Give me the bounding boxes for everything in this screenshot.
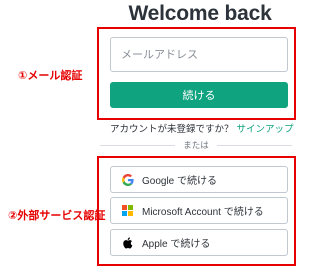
page-title: Welcome back — [128, 2, 272, 25]
signup-prompt-text: アカウントが未登録ですか？ — [110, 124, 234, 135]
apple-icon — [121, 236, 134, 249]
google-button-label: Google で続ける — [142, 176, 218, 187]
microsoft-icon — [121, 204, 134, 217]
continue-button[interactable]: 続ける — [110, 82, 288, 108]
divider-label: または — [183, 140, 209, 150]
divider-line-right — [216, 144, 293, 146]
or-divider: または — [100, 139, 293, 151]
login-page: Welcome back ①メール認証 続ける アカウントが未登録ですか？サイン… — [0, 0, 300, 267]
email-auth-annotation: ①メール認証 — [18, 70, 83, 82]
email-input[interactable] — [110, 37, 288, 72]
google-icon — [121, 173, 134, 186]
google-continue-button[interactable]: Google で続ける — [110, 166, 288, 193]
apple-button-label: Apple で続ける — [142, 239, 211, 250]
signup-prompt: アカウントが未登録ですか？ サインアップ — [110, 121, 294, 135]
microsoft-continue-button[interactable]: Microsoft Account で続ける — [110, 197, 288, 224]
external-auth-annotation: ②外部サービス認証 — [8, 210, 106, 222]
apple-continue-button[interactable]: Apple で続ける — [110, 229, 288, 256]
signup-link[interactable]: サインアップ — [237, 124, 294, 135]
divider-line-left — [100, 144, 176, 146]
microsoft-button-label: Microsoft Account で続ける — [142, 207, 264, 218]
